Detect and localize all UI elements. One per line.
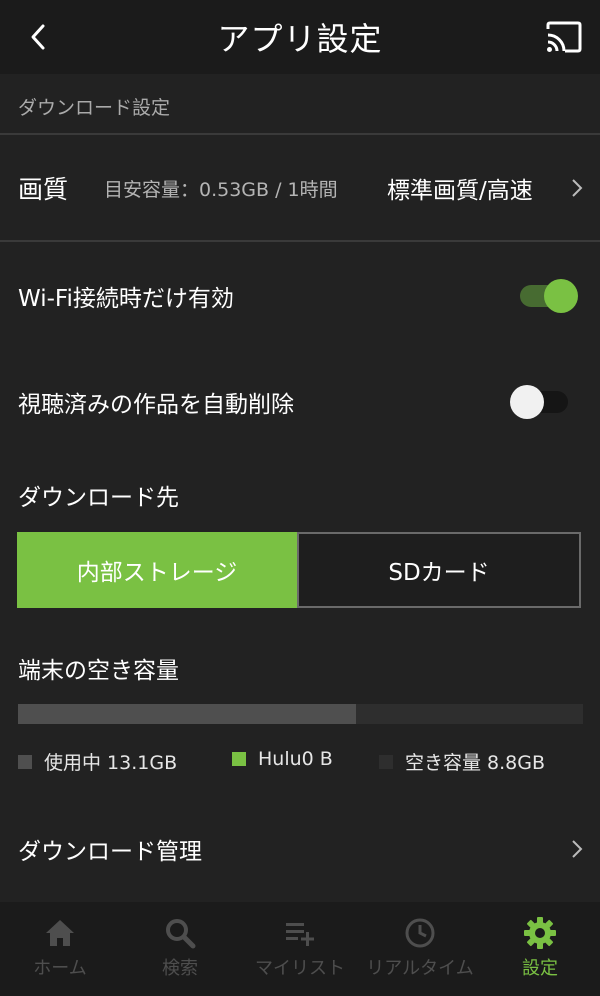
- legend-hulu: Hulu0 B: [232, 748, 333, 770]
- back-button[interactable]: [18, 17, 58, 57]
- storage-bar: [18, 704, 583, 724]
- storage-label: 端末の空き容量: [18, 658, 179, 684]
- legend-used: 使用中 13.1GB: [18, 748, 177, 775]
- page-title: アプリ設定: [217, 20, 383, 58]
- chevron-left-icon: [31, 24, 45, 50]
- section-title-download: ダウンロード設定: [18, 97, 171, 119]
- legend-hulu-text: Hulu0 B: [258, 748, 333, 770]
- tab-mylist[interactable]: マイリスト: [240, 902, 360, 996]
- toggle-knob: [510, 385, 544, 419]
- legend-free-text: 空き容量 8.8GB: [405, 752, 546, 774]
- search-icon: [163, 916, 197, 950]
- tab-mylist-label: マイリスト: [255, 958, 345, 979]
- legend-swatch: [18, 754, 32, 769]
- storage-legend: 使用中 13.1GB Hulu0 B 空き容量 8.8GB: [0, 748, 600, 776]
- cast-icon: [546, 21, 582, 53]
- wifi-only-label: Wi-Fi接続時だけ有効: [18, 286, 234, 312]
- tab-home-label: ホーム: [33, 958, 87, 979]
- destination-internal-storage[interactable]: 内部ストレージ: [17, 532, 297, 608]
- destination-label: ダウンロード先: [18, 485, 179, 511]
- auto-delete-label: 視聴済みの作品を自動削除: [18, 392, 294, 418]
- clock-icon: [403, 916, 437, 950]
- toggle-knob: [544, 279, 578, 313]
- legend-free: 空き容量 8.8GB: [379, 748, 545, 775]
- wifi-only-toggle[interactable]: [520, 279, 580, 313]
- tab-realtime-label: リアルタイム: [366, 958, 474, 979]
- tab-settings-label: 設定: [522, 958, 558, 979]
- chevron-right-icon: [572, 179, 583, 197]
- legend-used-text: 使用中 13.1GB: [44, 752, 178, 774]
- home-icon: [43, 916, 77, 950]
- gear-icon: [523, 916, 557, 950]
- tab-settings[interactable]: 設定: [480, 902, 600, 996]
- quality-label: 画質: [18, 175, 69, 204]
- wifi-only-row: Wi-Fi接続時だけ有効: [0, 246, 600, 346]
- auto-delete-row: 視聴済みの作品を自動削除: [0, 352, 600, 452]
- storage-bar-used: [18, 704, 356, 724]
- bottom-nav: ホーム 検索 マイリスト リアルタイム 設定: [0, 902, 600, 996]
- divider: [0, 133, 600, 135]
- chevron-right-icon: [572, 840, 583, 858]
- quality-estimate: 目安容量：0.53GB / 1時間: [104, 178, 338, 201]
- tab-search-label: 検索: [162, 958, 198, 979]
- download-management-row[interactable]: ダウンロード管理: [0, 806, 600, 892]
- tab-home[interactable]: ホーム: [0, 902, 120, 996]
- quality-value: 標準画質/高速: [387, 178, 533, 204]
- destination-segmented-control: 内部ストレージ SDカード: [17, 532, 581, 608]
- legend-swatch: [379, 754, 393, 769]
- playlist-add-icon: [283, 916, 317, 950]
- tab-realtime[interactable]: リアルタイム: [360, 902, 480, 996]
- download-management-label: ダウンロード管理: [18, 839, 202, 865]
- quality-row[interactable]: 画質 目安容量：0.53GB / 1時間 標準画質/高速: [0, 136, 600, 240]
- app-header: アプリ設定: [0, 0, 600, 74]
- destination-sd-card[interactable]: SDカード: [297, 532, 581, 608]
- cast-button[interactable]: [544, 17, 584, 57]
- tab-search[interactable]: 検索: [120, 902, 240, 996]
- divider: [0, 240, 600, 242]
- legend-swatch: [232, 752, 246, 766]
- auto-delete-toggle[interactable]: [510, 385, 570, 419]
